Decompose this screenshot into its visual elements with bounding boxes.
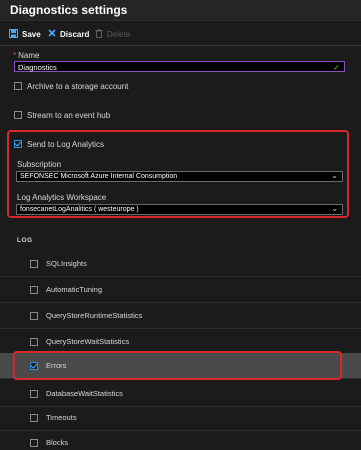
- log-item-checkbox[interactable]: [30, 286, 38, 294]
- subscription-select[interactable]: SEFONSEC Microsoft Azure Internal Consum…: [16, 171, 343, 182]
- log-item-checkbox[interactable]: [30, 338, 38, 346]
- save-button[interactable]: Save: [9, 29, 41, 40]
- blade-header: Diagnostics settings: [0, 0, 361, 21]
- log-item-label: SQLInsights: [46, 259, 87, 268]
- name-value: Diagnostics: [18, 63, 57, 72]
- send-to-log-analytics-label: Send to Log Analytics: [27, 140, 104, 149]
- required-marker: *: [13, 51, 17, 60]
- errors-highlight: [13, 351, 342, 380]
- log-item-timeouts[interactable]: Timeouts: [0, 405, 361, 431]
- subscription-label: Subscription: [17, 160, 62, 169]
- discard-label: Discard: [60, 29, 90, 39]
- archive-checkbox[interactable]: [14, 82, 22, 90]
- log-section-heading: LOG: [17, 237, 33, 244]
- log-item-databasewaitstatistics[interactable]: DatabaseWaitStatistics: [0, 381, 361, 407]
- subscription-value: SEFONSEC Microsoft Azure Internal Consum…: [20, 173, 178, 180]
- stream-label: Stream to an event hub: [27, 111, 111, 120]
- send-to-log-analytics-checkbox[interactable]: [14, 140, 22, 148]
- delete-button[interactable]: Delete: [95, 29, 130, 40]
- archive-label: Archive to a storage account: [27, 82, 129, 91]
- workspace-select[interactable]: fonsecanetLogAnalitics ( westeurope ) ⌄: [16, 204, 343, 215]
- log-item-label: DatabaseWaitStatistics: [46, 389, 123, 398]
- close-icon: [48, 29, 56, 39]
- stream-checkbox[interactable]: [14, 111, 22, 119]
- log-item-label: QueryStoreRuntimeStatistics: [46, 311, 143, 320]
- workspace-label: Log Analytics Workspace: [17, 193, 107, 202]
- log-item-checkbox[interactable]: [30, 312, 38, 320]
- trash-icon: [95, 29, 103, 40]
- log-item-label: Blocks: [46, 438, 69, 447]
- log-item-automatictuning[interactable]: AutomaticTuning: [0, 277, 361, 303]
- workspace-value: fonsecanetLogAnalitics ( westeurope ): [20, 206, 139, 213]
- log-item-checkbox[interactable]: [30, 260, 38, 268]
- log-item-checkbox[interactable]: [30, 414, 38, 422]
- log-item-label: Timeouts: [46, 413, 77, 422]
- log-item-querystoreruntimestatistics[interactable]: QueryStoreRuntimeStatistics: [0, 303, 361, 329]
- save-label: Save: [22, 30, 41, 39]
- discard-button[interactable]: Discard: [48, 29, 89, 39]
- toolbar: Save Discard Delete: [0, 25, 361, 45]
- chevron-down-icon: ⌄: [331, 204, 338, 213]
- log-item-checkbox[interactable]: [30, 390, 38, 398]
- log-item-sqlinsights[interactable]: SQLInsights: [0, 251, 361, 277]
- chevron-down-icon: ⌄: [331, 171, 338, 180]
- log-item-label: QueryStoreWaitStatistics: [46, 337, 130, 346]
- name-label: * Name: [13, 51, 40, 60]
- log-item-checkbox[interactable]: [30, 439, 38, 447]
- delete-label: Delete: [107, 30, 131, 39]
- toolbar-divider: [0, 45, 361, 46]
- log-item-blocks[interactable]: Blocks: [0, 430, 361, 450]
- page-title: Diagnostics settings: [10, 3, 128, 17]
- checkmark-icon: ✓: [333, 63, 340, 72]
- log-item-label: AutomaticTuning: [46, 285, 103, 294]
- name-field[interactable]: Diagnostics ✓: [14, 61, 345, 72]
- save-icon: [9, 29, 18, 40]
